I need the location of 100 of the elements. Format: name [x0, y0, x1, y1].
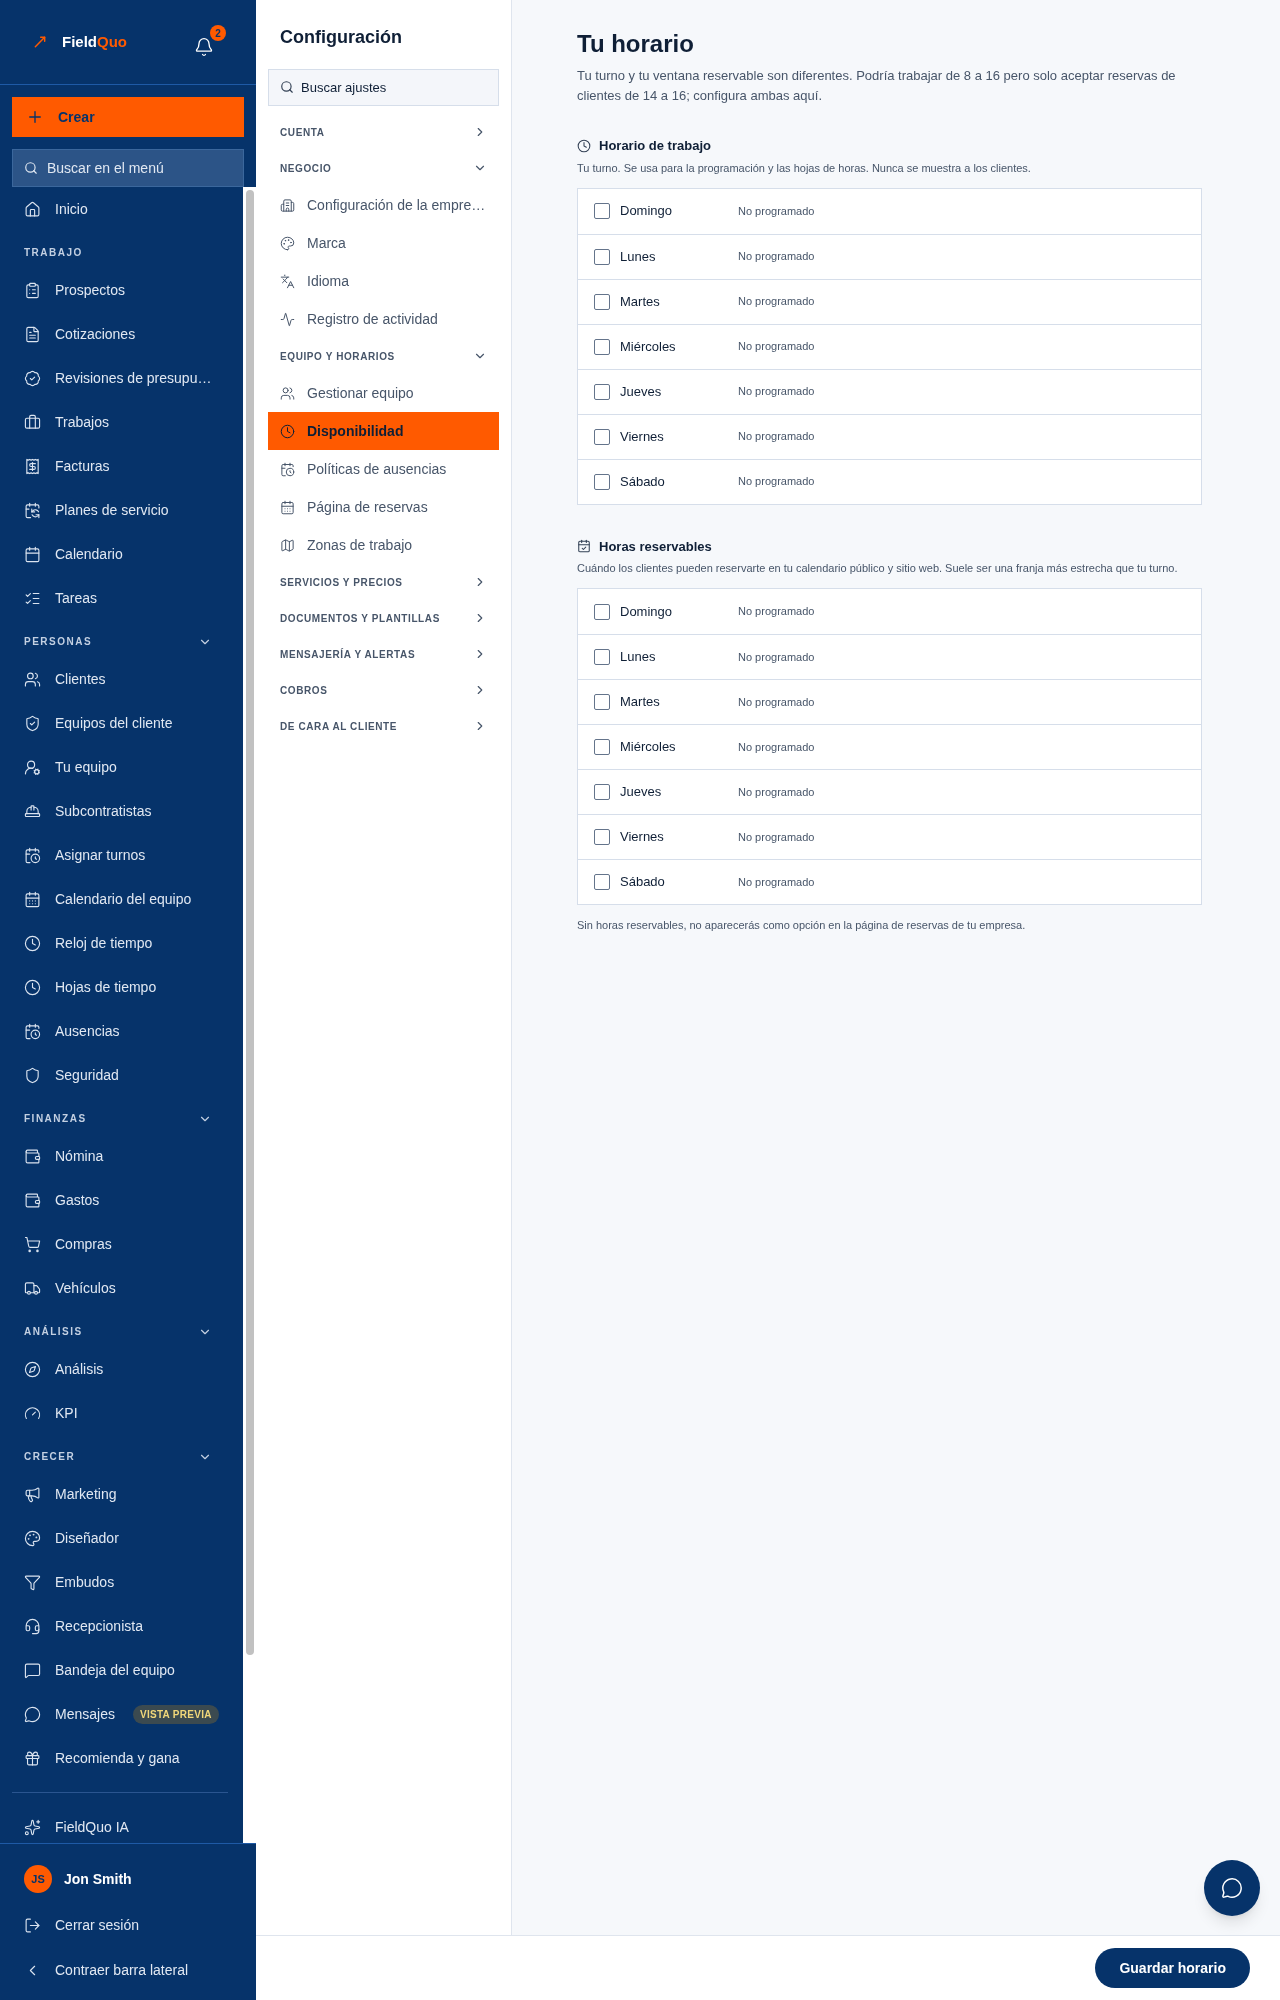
settings-item[interactable]: Políticas de ausencias: [268, 450, 499, 488]
settings-item[interactable]: Configuración de la empre…: [268, 186, 499, 224]
settings-search-field[interactable]: Buscar ajustes: [268, 69, 499, 106]
scrollbar[interactable]: [243, 187, 256, 1843]
chat-button[interactable]: [1204, 1860, 1260, 1916]
nav-item[interactable]: Clientes: [55, 668, 106, 690]
day-checkbox[interactable]: [594, 874, 610, 890]
menu-search-field[interactable]: Buscar en el menú: [12, 149, 244, 187]
user-cog-icon: [24, 758, 41, 776]
clock-icon: [280, 423, 295, 439]
settings-item[interactable]: Gestionar equipo: [268, 374, 499, 412]
nav-item[interactable]: Recepcionista: [55, 1615, 143, 1637]
settings-item[interactable]: Disponibilidad: [268, 412, 499, 450]
nav-item[interactable]: Bandeja del equipo: [55, 1659, 175, 1681]
palette-icon: [280, 235, 295, 251]
nav-item[interactable]: Prospectos: [55, 279, 126, 301]
settings-group-label[interactable]: CUENTA: [280, 124, 325, 140]
nav-item[interactable]: Vehículos: [55, 1277, 116, 1299]
nav-item[interactable]: Calendario del equipo: [55, 888, 192, 910]
nav-item[interactable]: Asignar turnos: [55, 844, 146, 866]
nav-item[interactable]: Recomienda y gana: [55, 1747, 180, 1769]
create-button[interactable]: Crear: [12, 97, 244, 137]
nav-item[interactable]: Tareas: [55, 587, 98, 609]
nav-item[interactable]: FieldQuo IA: [55, 1816, 129, 1838]
megaphone-icon: [24, 1485, 41, 1503]
day-checkbox[interactable]: [594, 383, 610, 400]
day-checkbox[interactable]: [594, 694, 610, 710]
truck-icon: [24, 1279, 41, 1297]
settings-group-label[interactable]: DE CARA AL CLIENTE: [280, 718, 398, 734]
day-checkbox[interactable]: [594, 248, 610, 265]
section-title: Horas reservables: [599, 537, 712, 556]
day-status: No programado: [738, 874, 815, 890]
activity-icon: [280, 311, 295, 327]
nav-item[interactable]: Facturas: [55, 455, 110, 477]
collapse-sidebar-link[interactable]: Contraer barra lateral: [55, 1959, 189, 1981]
hard-hat-icon: [24, 802, 41, 820]
calendar-icon: [280, 499, 295, 515]
nav-item[interactable]: Subcontratistas: [55, 800, 152, 822]
nav-item[interactable]: Seguridad: [55, 1064, 119, 1086]
funnel-icon: [24, 1573, 41, 1591]
nav-item[interactable]: Equipos del cliente: [55, 712, 173, 734]
settings-group-label[interactable]: MENSAJERÍA Y ALERTAS: [280, 646, 416, 662]
logout-link[interactable]: Cerrar sesión: [55, 1914, 140, 1936]
nav-item[interactable]: Análisis: [55, 1358, 104, 1380]
section-label: ANÁLISIS: [24, 1324, 83, 1339]
nav-item[interactable]: Embudos: [55, 1571, 115, 1593]
settings-item[interactable]: Marca: [268, 224, 499, 262]
section-label: FINANZAS: [24, 1112, 87, 1126]
settings-item[interactable]: Registro de actividad: [268, 300, 499, 338]
clock-icon: [577, 138, 591, 153]
badge-check-icon: [24, 369, 41, 387]
nav-item[interactable]: Diseñador: [55, 1527, 119, 1549]
day-checkbox[interactable]: [594, 603, 610, 620]
nav-item[interactable]: Nómina: [55, 1145, 104, 1167]
nav-item[interactable]: Calendario: [55, 543, 123, 565]
gift-icon: [24, 1749, 41, 1767]
arrow-logo-icon: [32, 34, 48, 50]
settings-group-label[interactable]: DOCUMENTOS Y PLANTILLAS: [280, 610, 440, 626]
day-status: No programado: [738, 294, 815, 310]
nav-item[interactable]: Planes de servicio: [55, 499, 169, 521]
day-checkbox[interactable]: [594, 829, 610, 845]
settings-item[interactable]: Zonas de trabajo: [268, 526, 499, 564]
nav-item[interactable]: Trabajos: [55, 411, 109, 433]
logout-icon: [24, 1916, 41, 1934]
settings-item[interactable]: Idioma: [268, 262, 499, 300]
compass-icon: [24, 1360, 41, 1378]
chat-bubble-icon: [1221, 1877, 1243, 1899]
day-checkbox[interactable]: [594, 649, 610, 665]
day-checkbox[interactable]: [594, 739, 610, 755]
user-avatar[interactable]: JS: [24, 1865, 52, 1893]
nav-item[interactable]: Revisiones de presupu…: [55, 367, 212, 389]
day-checkbox[interactable]: [594, 203, 610, 219]
nav-item[interactable]: Cotizaciones: [55, 323, 136, 345]
calendar-check-icon: [577, 539, 591, 554]
day-checkbox[interactable]: [594, 428, 610, 445]
nav-item[interactable]: Hojas de tiempo: [55, 976, 157, 998]
nav-item[interactable]: KPI: [55, 1402, 78, 1424]
settings-group-label[interactable]: EQUIPO Y HORARIOS: [280, 348, 395, 364]
save-schedule-button[interactable]: Guardar horario: [1095, 1948, 1250, 1988]
nav-item[interactable]: Mensajes: [55, 1703, 115, 1725]
nav-item[interactable]: Inicio: [55, 198, 88, 220]
settings-item[interactable]: Página de reservas: [268, 488, 499, 526]
settings-group-label[interactable]: SERVICIOS Y PRECIOS: [280, 574, 403, 590]
nav-item[interactable]: Marketing: [55, 1483, 117, 1505]
day-label: Domingo: [620, 602, 674, 621]
calendar-clock-icon: [24, 1022, 41, 1040]
wallet-icon: [24, 1191, 41, 1209]
day-checkbox[interactable]: [594, 473, 610, 490]
nav-item[interactable]: Tu equipo: [55, 756, 117, 778]
nav-item[interactable]: Ausencias: [55, 1020, 120, 1042]
settings-group-label[interactable]: NEGOCIO: [280, 160, 332, 176]
nav-item[interactable]: Gastos: [55, 1189, 100, 1211]
nav-item[interactable]: Compras: [55, 1233, 112, 1255]
settings-group-label[interactable]: COBROS: [280, 682, 328, 698]
nav-item[interactable]: Reloj de tiempo: [55, 932, 153, 954]
day-checkbox[interactable]: [594, 338, 610, 355]
day-checkbox[interactable]: [594, 293, 610, 310]
day-checkbox[interactable]: [594, 784, 610, 800]
day-status: No programado: [738, 784, 815, 800]
notifications-button[interactable]: 2: [194, 25, 226, 59]
